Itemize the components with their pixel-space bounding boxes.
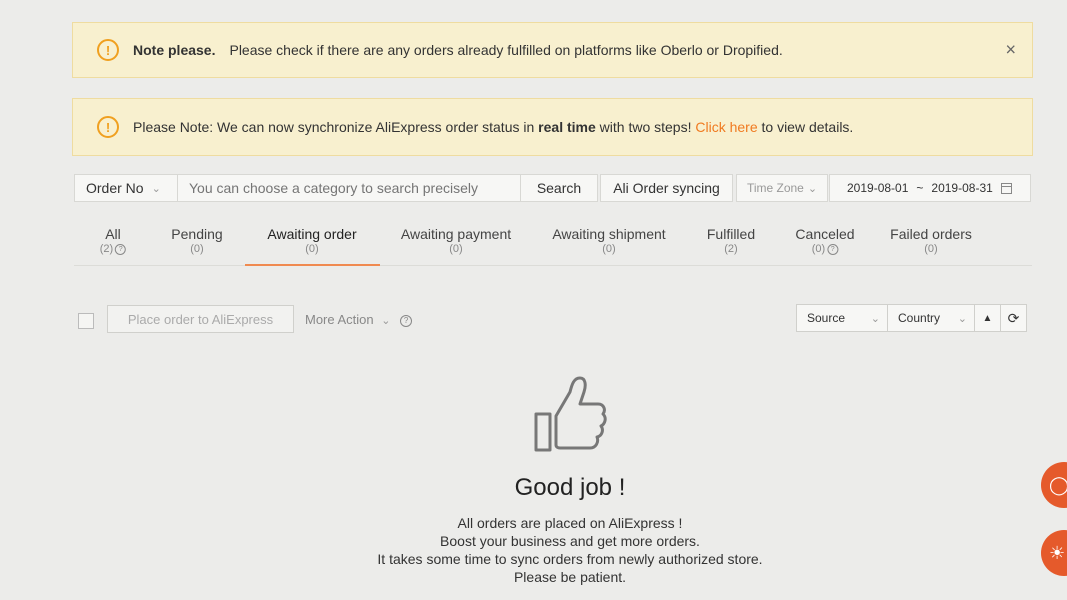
notice-title: Note please.	[133, 42, 216, 58]
search-toolbar: Order No ⌄ Search Ali Order syncing Time…	[74, 174, 1031, 204]
search-field-select[interactable]: Order No ⌄	[74, 174, 178, 202]
empty-state-title: Good job !	[514, 474, 626, 501]
help-icon[interactable]: ?	[400, 314, 413, 327]
time-zone-select[interactable]: Time Zone ⌄	[736, 174, 828, 202]
warning-icon: !	[97, 116, 119, 138]
tab-awaiting-order[interactable]: Awaiting order (0)	[267, 226, 356, 255]
chat-icon: ◯	[1049, 474, 1067, 495]
tab-fulfilled[interactable]: Fulfilled (2)	[707, 226, 755, 255]
search-button[interactable]: Search	[521, 174, 598, 202]
tab-awaiting-shipment[interactable]: Awaiting shipment (0)	[552, 226, 665, 255]
close-icon[interactable]: ×	[1005, 40, 1016, 61]
ali-order-syncing-button[interactable]: Ali Order syncing	[600, 174, 733, 202]
select-all-checkbox[interactable]	[78, 313, 94, 329]
help-icon[interactable]: ?	[115, 243, 127, 255]
tab-awaiting-payment[interactable]: Awaiting payment (0)	[401, 226, 511, 255]
calendar-icon	[1000, 182, 1012, 194]
filter-group: Source ⌄ Country ⌄ ▲ ⟳	[796, 304, 1027, 332]
notice-fulfilled-orders: ! Note please. Please check if there are…	[72, 22, 1033, 78]
active-tab-indicator	[245, 264, 380, 266]
more-action-dropdown[interactable]: More Action ⌄ ?	[305, 312, 413, 327]
sun-icon: ☀	[1049, 542, 1066, 563]
tab-pending[interactable]: Pending (0)	[171, 226, 222, 255]
tab-all[interactable]: All (2)?	[100, 226, 127, 255]
refresh-icon[interactable]: ⟳	[1001, 304, 1027, 332]
empty-state: Good job ! All orders are placed on AliE…	[0, 372, 1067, 586]
chevron-down-icon: ⌄	[807, 182, 818, 195]
warning-icon: !	[97, 39, 119, 61]
order-status-tabs: All (2)? Pending (0) Awaiting order (0) …	[74, 220, 1032, 266]
notice-text: Please Note: We can now synchronize AliE…	[133, 119, 854, 135]
source-filter[interactable]: Source ⌄	[796, 304, 888, 332]
thumbs-up-icon	[534, 376, 607, 452]
chevron-down-icon: ⌄	[957, 312, 967, 325]
click-here-link[interactable]: Click here	[695, 119, 757, 135]
chevron-down-icon: ⌄	[151, 182, 161, 195]
chevron-down-icon: ⌄	[870, 312, 880, 325]
empty-state-message: All orders are placed on AliExpress ! Bo…	[377, 515, 763, 585]
search-input[interactable]	[178, 174, 521, 202]
place-order-button[interactable]: Place order to AliExpress	[107, 305, 294, 333]
notice-text: Please check if there are any orders alr…	[229, 42, 783, 58]
sort-icon[interactable]: ▲	[975, 304, 1001, 332]
country-filter[interactable]: Country ⌄	[888, 304, 975, 332]
tab-failed-orders[interactable]: Failed orders (0)	[890, 226, 972, 255]
chevron-down-icon: ⌄	[381, 315, 391, 327]
notice-sync-status: ! Please Note: We can now synchronize Al…	[72, 98, 1033, 156]
tab-canceled[interactable]: Canceled (0)?	[795, 226, 854, 255]
help-icon[interactable]: ?	[827, 243, 839, 255]
order-action-bar: Place order to AliExpress More Action ⌄ …	[78, 304, 1027, 336]
date-range-picker[interactable]: 2019-08-01 ~ 2019-08-31	[829, 174, 1031, 202]
